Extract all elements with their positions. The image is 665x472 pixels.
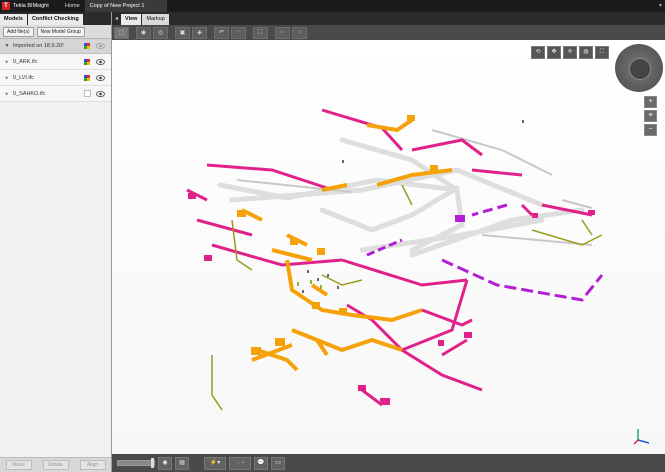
gray-thin xyxy=(236,129,593,246)
color-picker-icon[interactable] xyxy=(84,90,91,97)
visibility-icon[interactable]: ◉ xyxy=(136,26,151,39)
model-name: 0_SAHKO.ifc xyxy=(13,90,46,97)
window-menu-icon[interactable]: ▾ xyxy=(659,2,662,9)
bottom-toolbar: ◉ ▤ ⚡▾ ↔▾ 💬 ▭ xyxy=(112,454,665,472)
model-row[interactable]: ▸ 0_ARK.ifc xyxy=(0,54,111,70)
box-select-icon[interactable]: ▣ xyxy=(175,26,190,39)
look-around-icon[interactable]: ◍ xyxy=(579,46,593,59)
expand-right-icon[interactable]: ▸ xyxy=(3,75,11,81)
model-group-label: Imported on 18.9.20! xyxy=(13,43,64,49)
expand-down-icon[interactable]: ▼ xyxy=(3,43,11,49)
model-render xyxy=(186,108,604,411)
left-panel: Models Conflict Checking Add file(s) New… xyxy=(0,12,112,472)
show-all-icon[interactable]: ◈ xyxy=(192,26,207,39)
model-transform-bar: Move Rotate Align xyxy=(0,457,111,472)
undo-icon[interactable]: ↶ xyxy=(214,26,229,39)
model-row[interactable]: ▸ 0_SAHKO.ifc xyxy=(0,86,111,102)
axis-indicator-icon xyxy=(633,429,650,445)
tab-markup[interactable]: Markup xyxy=(142,14,169,25)
hide-icon[interactable]: ◎ xyxy=(153,26,168,39)
tab-conflict-checking[interactable]: Conflict Checking xyxy=(27,14,83,25)
slider-thumb[interactable] xyxy=(151,458,154,468)
document-icon[interactable]: ▭ xyxy=(271,456,285,470)
zoom-control: + ≡ − xyxy=(644,96,657,138)
fit-all-icon[interactable]: ⛶ xyxy=(595,46,609,59)
comment-icon[interactable]: 💬 xyxy=(254,456,268,470)
nav-tools: ⟲ ✥ ✢ ◍ ⛶ xyxy=(529,46,609,59)
redo-icon[interactable]: ↷ xyxy=(231,26,246,39)
expand-right-icon[interactable]: ▸ xyxy=(3,91,11,97)
3d-viewport[interactable]: ⟲ ✥ ✢ ◍ ⛶ + ≡ − xyxy=(112,40,665,454)
navigation-wheel-icon[interactable] xyxy=(615,44,663,92)
eye-icon[interactable] xyxy=(96,90,105,97)
view-mode-icon[interactable]: ▤ xyxy=(175,456,189,470)
model-actions: Add file(s) New Model Group xyxy=(0,25,111,39)
model-name: 0_LVI.ifc xyxy=(13,74,34,81)
tab-home[interactable]: Home xyxy=(60,0,85,12)
collapse-panel-icon[interactable]: ◂ xyxy=(112,14,121,25)
left-panel-tabs: Models Conflict Checking xyxy=(0,12,111,25)
move-button[interactable]: Move xyxy=(5,460,32,470)
visibility-toggle-icon[interactable]: ◉ xyxy=(158,456,172,470)
color-picker-icon[interactable] xyxy=(84,43,90,49)
app-name: Tekla BIMsight xyxy=(13,3,49,9)
purple-block xyxy=(455,215,465,222)
walk-icon[interactable]: ✢ xyxy=(563,46,577,59)
title-bar: T Tekla BIMsight Home Copy of New Projec… xyxy=(0,0,665,12)
new-model-group-button[interactable]: New Model Group xyxy=(36,26,85,37)
zoom-in-icon[interactable]: + xyxy=(644,96,657,108)
align-button[interactable]: Align xyxy=(79,460,106,470)
tab-view[interactable]: View xyxy=(121,14,142,25)
orange-fittings xyxy=(237,115,438,355)
select-icon[interactable]: ⬚ xyxy=(114,26,129,39)
model-name: 0_ARK.ifc xyxy=(13,58,38,65)
pan-icon[interactable]: ✥ xyxy=(547,46,561,59)
expand-right-icon[interactable]: ▸ xyxy=(3,59,11,65)
zoom-slider[interactable]: ≡ xyxy=(644,110,657,122)
rotate-view-icon[interactable]: ⟲ xyxy=(531,46,545,59)
clip-remove-icon[interactable]: ✕ xyxy=(292,26,307,39)
tab-models[interactable]: Models xyxy=(0,14,27,25)
model-row[interactable]: ▸ 0_LVI.ifc xyxy=(0,70,111,86)
render-mode-icon[interactable]: ⚡▾ xyxy=(204,456,226,470)
fit-view-icon[interactable]: ⛶ xyxy=(253,26,268,39)
model-group-row[interactable]: ▼ Imported on 18.9.20! xyxy=(0,39,111,54)
add-files-button[interactable]: Add file(s) xyxy=(3,26,34,37)
view-tabs: ◂ View Markup xyxy=(112,12,665,25)
eye-icon[interactable] xyxy=(96,43,105,49)
color-picker-icon[interactable] xyxy=(84,74,90,81)
tekla-logo: T xyxy=(2,2,10,10)
navigation-wheel-center[interactable] xyxy=(629,58,651,80)
clip-plane-icon[interactable]: ✂ xyxy=(275,26,290,39)
color-picker-icon[interactable] xyxy=(84,58,90,65)
gray-ducts xyxy=(217,137,585,258)
tab-project[interactable]: Copy of New Project 1 xyxy=(84,0,167,12)
rotate-button[interactable]: Rotate xyxy=(42,460,69,470)
eye-icon[interactable] xyxy=(96,58,105,65)
measure-icon[interactable]: ↔▾ xyxy=(229,456,251,470)
zoom-out-icon[interactable]: − xyxy=(644,124,657,136)
transparency-slider[interactable] xyxy=(117,458,155,468)
view-toolbar: ⬚ ◉ ◎ ▣ ◈ ↶ ↷ ⛶ ✂ ✕ xyxy=(112,25,665,40)
eye-icon[interactable] xyxy=(96,74,105,81)
